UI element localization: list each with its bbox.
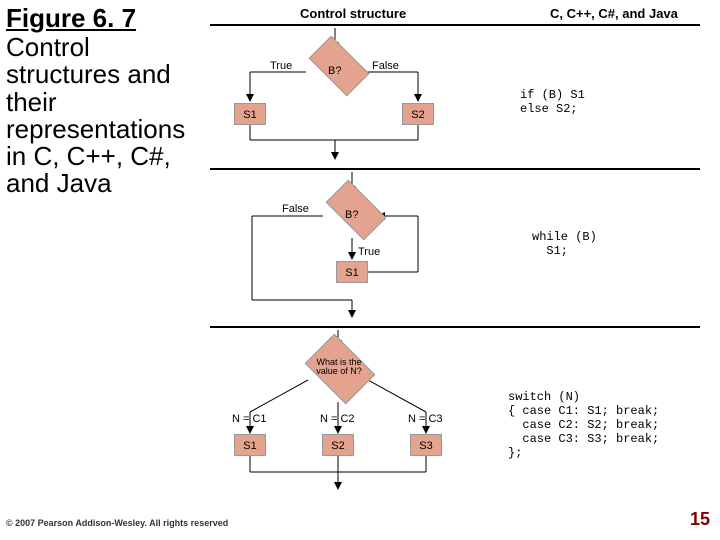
branch-label-false: False <box>372 60 399 72</box>
code-if-else: if (B) S1 else S2; <box>520 88 585 116</box>
branch-label-c2: N = C2 <box>320 413 355 425</box>
decision-label-b: B? <box>328 65 341 77</box>
branch-label-true-while: True <box>358 246 380 258</box>
divider <box>210 24 700 26</box>
column-header-structure: Control structure <box>300 6 406 21</box>
divider <box>210 326 700 328</box>
process-box-s3-switch: S3 <box>410 434 442 456</box>
branch-label-c1: N = C1 <box>232 413 267 425</box>
divider <box>210 168 700 170</box>
process-box-s2: S2 <box>402 103 434 125</box>
code-while: while (B) S1; <box>532 230 597 258</box>
branch-label-false-while: False <box>282 203 309 215</box>
process-box-s1-while: S1 <box>336 261 368 283</box>
process-box-s1: S1 <box>234 103 266 125</box>
decision-label-b2: B? <box>345 209 358 221</box>
branch-label-true: True <box>270 60 292 72</box>
process-box-s2-switch: S2 <box>322 434 354 456</box>
code-switch: switch (N) { case C1: S1; break; case C2… <box>508 390 659 460</box>
process-box-s1-switch: S1 <box>234 434 266 456</box>
column-header-languages: C, C++, C#, and Java <box>550 6 678 21</box>
branch-label-c3: N = C3 <box>408 413 443 425</box>
decision-label-switch: What is the value of N? <box>314 358 364 376</box>
